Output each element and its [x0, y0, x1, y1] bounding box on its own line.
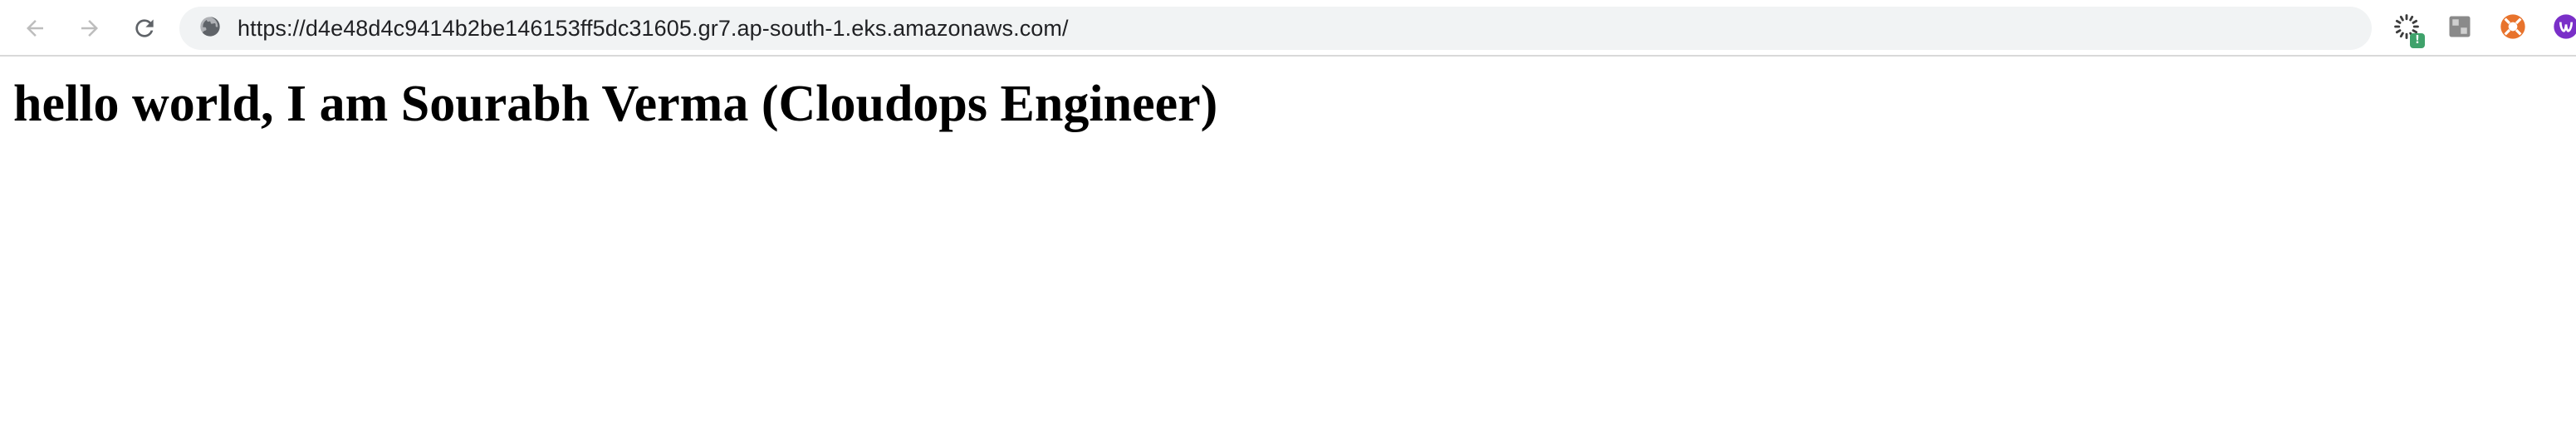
extension-button-4[interactable] — [2551, 13, 2576, 43]
page-heading: hello world, I am Sourabh Verma (Cloudop… — [13, 76, 1218, 132]
url-text[interactable]: https://d4e48d4c9414b2be146153ff5dc31605… — [238, 16, 1069, 42]
reload-button[interactable] — [128, 12, 161, 45]
address-bar[interactable]: https://d4e48d4c9414b2be146153ff5dc31605… — [179, 7, 2372, 50]
forward-button[interactable] — [73, 12, 106, 45]
back-arrow-icon — [22, 16, 47, 41]
extension-orange-circle-icon — [2500, 13, 2526, 44]
back-button[interactable] — [18, 12, 51, 45]
site-info-icon — [198, 15, 222, 42]
extension-button-3[interactable] — [2498, 13, 2528, 43]
extension-button-2[interactable] — [2445, 13, 2475, 43]
site-info-button[interactable] — [198, 16, 223, 41]
extension-grey-square-icon — [2447, 14, 2472, 43]
extension-badge: ! — [2410, 33, 2425, 48]
forward-arrow-icon — [77, 16, 102, 41]
extension-button-1[interactable]: ! — [2392, 13, 2425, 48]
page-content: hello world, I am Sourabh Verma (Cloudop… — [0, 58, 2576, 429]
browser-toolbar: https://d4e48d4c9414b2be146153ff5dc31605… — [0, 0, 2576, 57]
reload-icon — [131, 15, 158, 42]
extension-purple-circle-icon — [2553, 13, 2576, 44]
